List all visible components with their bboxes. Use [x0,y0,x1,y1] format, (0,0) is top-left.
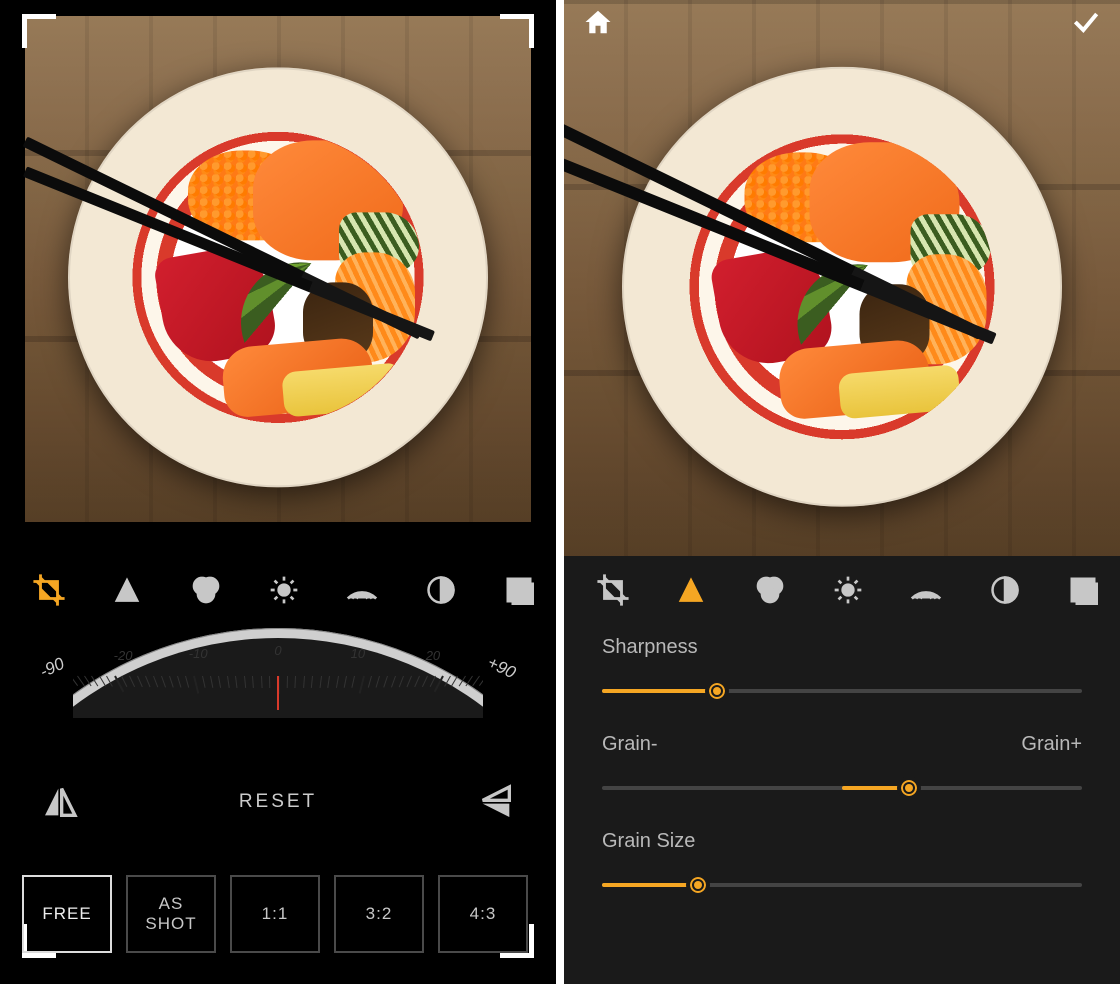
aspect-ratio-row: FREEASSHOT1:13:24:3 [0,866,556,962]
aspect-ratio-asshot[interactable]: ASSHOT [126,875,216,953]
frame-tool-icon[interactable] [1061,568,1105,612]
dial-tick-label: 20 [426,648,440,663]
photo-preview-right[interactable] [564,0,1120,556]
slider-track[interactable] [602,778,1082,798]
crop-tool-icon[interactable] [27,568,71,612]
aspect-ratio-4_3[interactable]: 4:3 [438,875,528,953]
sharpen-tool-icon[interactable] [669,568,713,612]
dial-tick-label: 0 [274,643,281,658]
slider-grain_size: Grain Size [602,830,1082,895]
slider-thumb[interactable] [705,679,729,703]
sliders-panel: Sharpness Grain- Grain+ Grain Size [564,636,1120,927]
crop-screen: -90 -30-20-100102030 +90 RESET FREEASSHO… [0,0,556,984]
rotate-plus90-label[interactable]: +90 [484,653,519,683]
crop-tool-icon[interactable] [591,568,635,612]
slider-thumb[interactable] [686,873,710,897]
dial-tick-label: -10 [189,646,208,661]
slider-track[interactable] [602,681,1082,701]
slider-label: Sharpness [602,636,698,659]
aspect-ratio-3_2[interactable]: 3:2 [334,875,424,953]
color-tool-icon[interactable] [184,568,228,612]
edit-toolbar [564,558,1120,622]
filters-tool-icon[interactable] [340,568,384,612]
sharpen-screen: Sharpness Grain- Grain+ Grain Size [564,0,1120,984]
slider-label-right: Grain+ [1021,733,1082,756]
slider-label: Grain- [602,733,658,756]
reset-button[interactable]: RESET [239,791,317,813]
flip-vertical-icon[interactable] [474,780,518,824]
light-tool-icon[interactable] [826,568,870,612]
dial-tick-label: 10 [351,646,365,661]
color-tool-icon[interactable] [748,568,792,612]
bw-tool-icon[interactable] [983,568,1027,612]
slider-sharpness: Sharpness [602,636,1082,701]
rotation-dial[interactable]: -90 -30-20-100102030 +90 [0,628,556,748]
bw-tool-icon[interactable] [419,568,463,612]
dial-needle [277,676,279,710]
home-icon[interactable] [582,6,614,38]
filters-tool-icon[interactable] [904,568,948,612]
frame-tool-icon[interactable] [497,568,541,612]
flip-horizontal-icon[interactable] [38,780,82,824]
slider-track[interactable] [602,875,1082,895]
sharpen-tool-icon[interactable] [105,568,149,612]
aspect-ratio-free[interactable]: FREE [22,875,112,953]
confirm-icon[interactable] [1070,6,1102,38]
slider-thumb[interactable] [897,776,921,800]
slider-grain: Grain- Grain+ [602,733,1082,798]
dial-tick-label: -20 [114,648,133,663]
slider-label: Grain Size [602,830,695,853]
rotate-minus90-label[interactable]: -90 [37,654,68,683]
photo-preview-left[interactable] [25,16,531,522]
aspect-ratio-1_1[interactable]: 1:1 [230,875,320,953]
light-tool-icon[interactable] [262,568,306,612]
photo-subject-bowl [622,67,1062,507]
edit-toolbar [0,558,556,622]
